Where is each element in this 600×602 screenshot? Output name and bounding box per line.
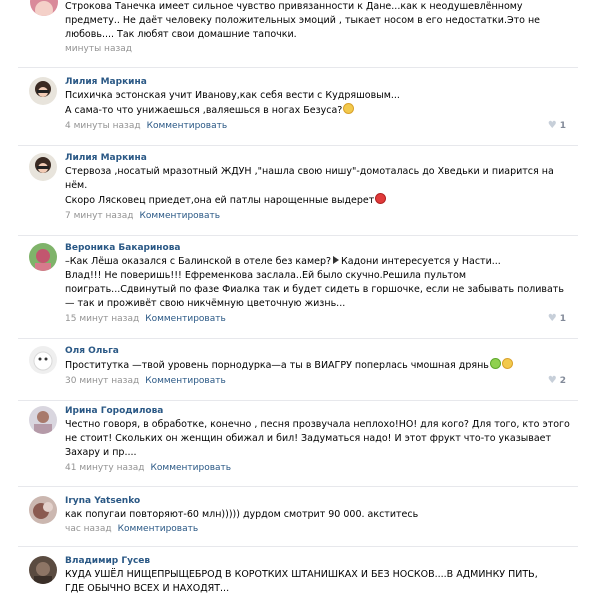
divider [18,67,578,68]
comment-text: Психичка эстонская учит Иванову,как себя… [65,90,400,116]
avatar[interactable] [29,496,57,524]
comment-meta: час назад Комментировать [65,523,575,535]
comment-author[interactable]: Лилия Маркина [65,77,575,88]
like-count: 1 [559,314,566,324]
comment-meta: 4 минуты назад Комментировать [65,120,575,132]
comment-item: Вероника Бакаринова –Как Лёша оказался с… [18,235,578,338]
comment-text: как попугаи повторяют-60 млн))))) дурдом… [65,509,419,520]
nauseated-emoji-icon [489,358,501,369]
heart-icon: ♥ [547,375,557,386]
comment-text: –Как Лёша оказался с Балинской в отеле б… [65,256,564,309]
comment-time[interactable]: час назад [65,524,112,534]
avatar[interactable] [29,556,57,584]
divider [18,546,578,547]
heart-icon: ♥ [547,120,557,131]
comment-item: Лилия Маркина Психичка эстонская учит Ив… [18,67,578,145]
comment-item: Владимир Гусев КУДА УШЁЛ НИЩЕПРЫЩЕБРОД В… [18,546,578,602]
comment-time[interactable]: 41 минуту назад [65,463,145,473]
devil-emoji-icon [375,193,387,204]
comment-item: Iryna Yatsenko как попугаи повторяют-60 … [18,486,578,546]
like-count: 2 [559,376,566,386]
comment-text: Честно говоря, в обработке, конечно , пе… [65,419,570,458]
comment-time[interactable]: 15 минут назад [65,314,139,324]
divider [18,235,578,236]
comment-time[interactable]: 7 минут назад [65,211,133,221]
avatar[interactable] [29,346,57,374]
reply-link[interactable]: Комментировать [147,121,228,131]
comment-text: Стервоза ,носатый мразотный ЖДУН ,"нашла… [65,166,554,206]
comment-item: Оля Ольга Проститутка —твой уровень порн… [18,338,578,400]
avatar[interactable] [29,77,57,105]
reply-link[interactable]: Комментировать [145,376,226,386]
like-button[interactable]: ♥ 1 [548,120,566,131]
avatar[interactable] [29,406,57,434]
heart-icon: ♥ [547,313,557,324]
comment-time[interactable]: 30 минут назад [65,376,139,386]
comments-list: Строкова Танечка имеет сильное чувство п… [0,0,600,602]
comment-author[interactable]: Вероника Бакаринова [65,243,575,254]
comment-author[interactable]: Лилия Маркина [65,153,575,164]
comment-item: Ирина Городилова Честно говоря, в обрабо… [18,400,578,486]
divider [18,338,578,339]
comment-time[interactable]: 4 минуты назад [65,121,141,131]
comment-item: Лилия Маркина Стервоза ,носатый мразотны… [18,145,578,235]
divider [18,486,578,487]
reply-link[interactable]: Комментировать [145,314,226,324]
comment-text: Строкова Танечка имеет сильное чувство п… [65,1,541,40]
avatar[interactable] [29,243,57,271]
reply-link[interactable]: Комментировать [139,211,220,221]
avatar[interactable] [29,153,57,181]
play-arrow-icon [333,256,340,264]
sick-emoji-icon [501,358,513,369]
like-button[interactable]: ♥ 2 [548,375,566,386]
comment-author[interactable]: Iryna Yatsenko [65,496,575,507]
comment-meta: 15 минут назад Комментировать [65,313,575,325]
comment-text: Проститутка —твой уровень порнодурка—а т… [65,358,575,373]
comment-time[interactable]: минуты назад [65,44,132,54]
reply-link[interactable]: Комментировать [118,524,199,534]
comment-meta: минуты назад [65,43,575,55]
comment-meta: 30 минут назад Комментировать [65,375,575,387]
like-button[interactable]: ♥ 1 [548,313,566,324]
comment-text: КУДА УШЁЛ НИЩЕПРЫЩЕБРОД В КОРОТКИХ ШТАНИ… [65,569,538,594]
divider [18,145,578,146]
comment-meta: 41 минуту назад Комментировать [65,462,575,474]
comment-meta: 7 минут назад Комментировать [65,210,575,222]
like-count: 1 [559,121,566,131]
comment-author[interactable]: Владимир Гусев [65,556,575,567]
divider [18,400,578,401]
comment-author[interactable]: Ирина Городилова [65,406,575,417]
comment-author[interactable]: Оля Ольга [65,346,575,357]
avatar[interactable] [30,0,58,16]
comment-item: Строкова Танечка имеет сильное чувство п… [0,0,560,70]
grin-emoji-icon [343,103,355,114]
reply-link[interactable]: Комментировать [151,463,232,473]
